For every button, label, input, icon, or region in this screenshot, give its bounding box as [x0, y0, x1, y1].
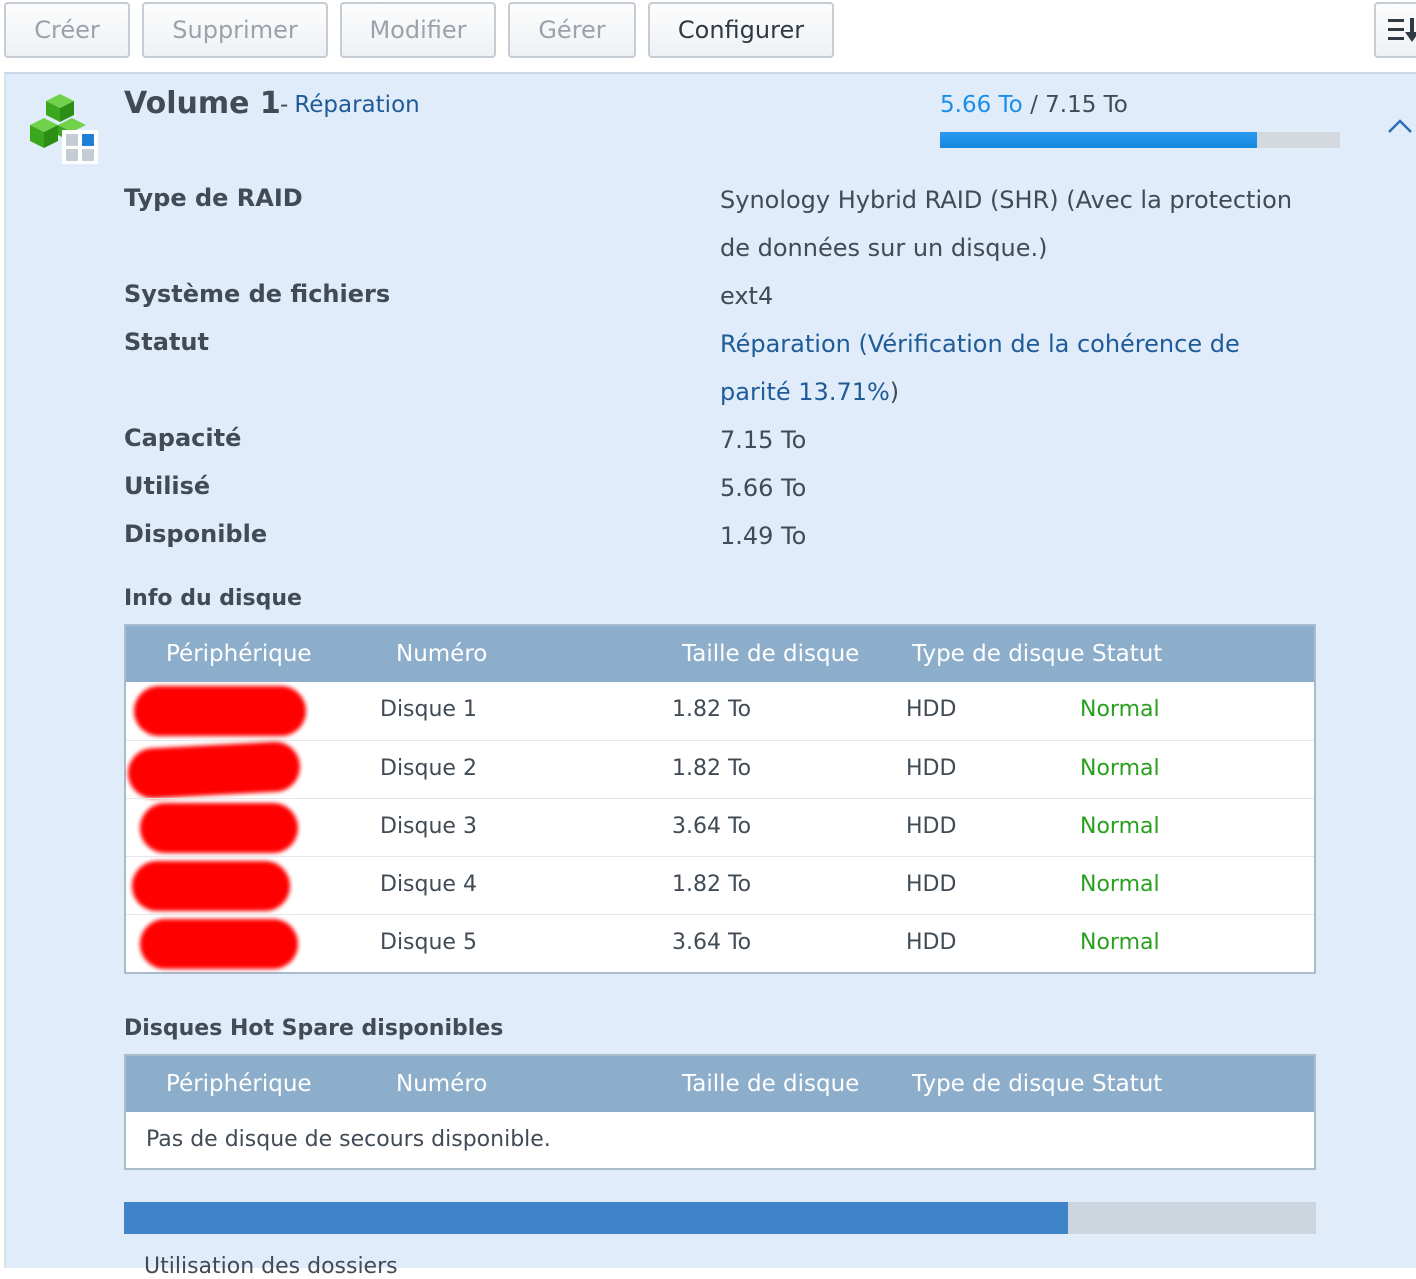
redacted-device [132, 861, 290, 911]
disk-status: Normal [1080, 872, 1160, 897]
disk-number: Disque 3 [380, 814, 477, 839]
usage-bar-fill [940, 132, 1257, 148]
configure-button[interactable]: Configurer [648, 2, 834, 58]
folder-usage-label[interactable]: Utilisation des dossiers [144, 1254, 398, 1279]
create-button[interactable]: Créer [4, 2, 130, 58]
disk-info-body: Disque 1 1.82 To HDD Normal Disque 2 1.8… [126, 682, 1314, 972]
raid-type-label: Type de RAID [124, 184, 303, 212]
redacted-device [134, 686, 306, 736]
table-row[interactable]: Disque 3 3.64 To HDD Normal [126, 798, 1314, 856]
column-status[interactable]: Statut [1092, 626, 1162, 682]
disk-size: 1.82 To [672, 756, 752, 781]
disk-number: Disque 5 [380, 930, 477, 955]
disk-number: Disque 4 [380, 872, 477, 897]
used-label: Utilisé [124, 472, 211, 500]
chevron-up-icon[interactable] [1386, 116, 1414, 136]
disk-number: Disque 1 [380, 697, 477, 722]
title-separator: - [280, 92, 289, 118]
available-value: 1.49 To [720, 522, 807, 550]
manage-button[interactable]: Gérer [508, 2, 636, 58]
column-status[interactable]: Statut [1092, 1056, 1162, 1112]
disk-size: 1.82 To [672, 697, 752, 722]
disk-status: Normal [1080, 697, 1160, 722]
list-sort-icon [1388, 18, 1416, 42]
hot-spare-header: Périphérique Numéro Taille de disque Typ… [126, 1056, 1314, 1112]
available-label: Disponible [124, 520, 268, 548]
disk-info-title: Info du disque [124, 586, 302, 611]
used-capacity: 5.66 To [940, 92, 1023, 118]
usage-slash: / [1030, 92, 1038, 118]
disk-type: HDD [906, 697, 957, 722]
table-row[interactable]: Disque 5 3.64 To HDD Normal [126, 914, 1314, 972]
status-label: Statut [124, 328, 209, 356]
raid-type-value: Synology Hybrid RAID (SHR) (Avec la prot… [720, 186, 1293, 262]
column-device[interactable]: Périphérique [166, 626, 312, 682]
total-capacity: 7.15 To [1045, 92, 1128, 118]
redacted-device [140, 803, 298, 853]
disk-status: Normal [1080, 930, 1160, 955]
view-options-button[interactable] [1374, 2, 1416, 58]
disk-status: Normal [1080, 814, 1160, 839]
usage-bar [940, 132, 1340, 148]
used-value: 5.66 To [720, 474, 807, 502]
status-value[interactable]: Réparation (Vérification de la cohérence… [720, 320, 1280, 416]
empty-message: Pas de disque de secours disponible. [146, 1127, 551, 1152]
disk-type: HDD [906, 814, 957, 839]
column-type[interactable]: Type de disque [912, 626, 1085, 682]
status-value-suffix: ) [889, 378, 900, 406]
disk-size: 3.64 To [672, 814, 752, 839]
volume-cubes-icon [30, 94, 98, 164]
redacted-device [140, 919, 298, 969]
capacity-label: Capacité [124, 424, 242, 452]
volume-state: - Réparation [280, 92, 420, 118]
usage-summary: 5.66 To / 7.15 To [940, 92, 1128, 118]
volume-state-label: Réparation [294, 92, 420, 118]
table-row[interactable]: Disque 2 1.82 To HDD Normal [126, 740, 1314, 800]
hot-spare-title: Disques Hot Spare disponibles [124, 1016, 504, 1041]
disk-size: 1.82 To [672, 872, 752, 897]
column-device[interactable]: Périphérique [166, 1056, 312, 1112]
table-row[interactable]: Disque 1 1.82 To HDD Normal [126, 682, 1314, 740]
status-value-link[interactable]: Réparation (Vérification de la cohérence… [720, 330, 1240, 406]
column-size[interactable]: Taille de disque [682, 626, 859, 682]
modify-button[interactable]: Modifier [340, 2, 496, 58]
disk-type: HDD [906, 930, 957, 955]
delete-button[interactable]: Supprimer [142, 2, 328, 58]
toolbar: Créer Supprimer Modifier Gérer Configure… [0, 0, 1416, 72]
volume-title: Volume 1 [124, 86, 281, 121]
column-number[interactable]: Numéro [396, 626, 487, 682]
disk-size: 3.64 To [672, 930, 752, 955]
disk-type: HDD [906, 756, 957, 781]
column-type[interactable]: Type de disque [912, 1056, 1085, 1112]
column-size[interactable]: Taille de disque [682, 1056, 859, 1112]
disk-info-table: Périphérique Numéro Taille de disque Typ… [124, 624, 1316, 974]
table-row[interactable]: Disque 4 1.82 To HDD Normal [126, 856, 1314, 914]
folder-usage-bar-fill [124, 1202, 1068, 1234]
capacity-value: 7.15 To [720, 426, 807, 454]
disk-status: Normal [1080, 756, 1160, 781]
folder-usage-bar [124, 1202, 1316, 1234]
redacted-device [126, 740, 302, 800]
hot-spare-table: Périphérique Numéro Taille de disque Typ… [124, 1054, 1316, 1170]
disk-type: HDD [906, 872, 957, 897]
disk-number: Disque 2 [380, 756, 477, 781]
column-number[interactable]: Numéro [396, 1056, 487, 1112]
filesystem-value: ext4 [720, 282, 774, 310]
filesystem-label: Système de fichiers [124, 280, 391, 308]
disk-info-header: Périphérique Numéro Taille de disque Typ… [126, 626, 1314, 682]
